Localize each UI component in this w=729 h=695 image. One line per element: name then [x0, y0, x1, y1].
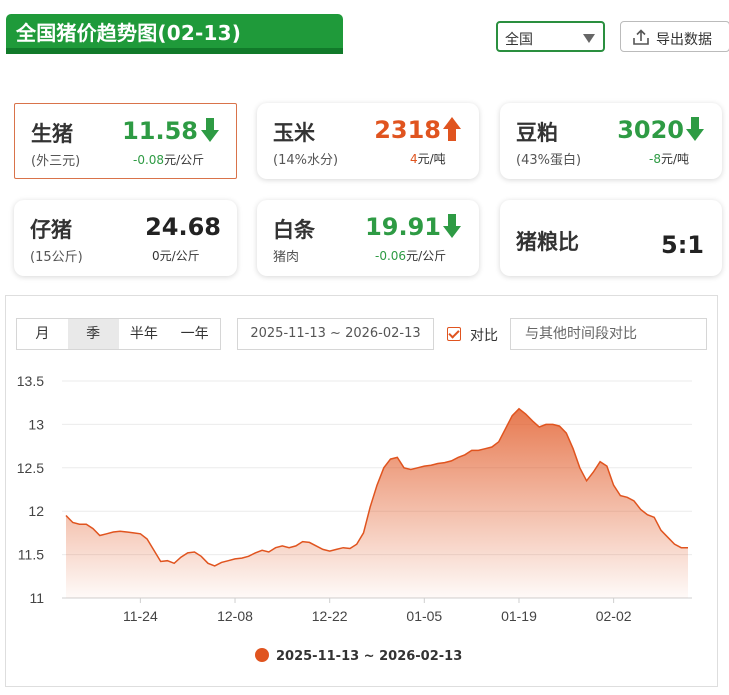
card-name: 生猪 [31, 122, 73, 146]
card-price: 2318 [374, 116, 441, 144]
compare-checkbox[interactable] [447, 327, 461, 341]
title-tab-underline [6, 48, 343, 54]
price-card-pork-carcass[interactable]: 白条 猪肉 19.91 -0.06元/公斤 [257, 200, 479, 276]
price-card-live-hog[interactable]: 生猪 (外三元) 11.58 -0.08元/公斤 [14, 103, 237, 179]
card-name: 白条 [273, 218, 315, 242]
card-change-value: -0.06 [375, 249, 407, 263]
card-change: -0.06元/公斤 [375, 247, 446, 264]
card-change-value: -8 [649, 152, 661, 166]
period-option-month[interactable]: 月 [17, 319, 68, 349]
card-price: 5:1 [661, 231, 704, 259]
upload-icon [631, 28, 651, 50]
card-price: 24.68 [145, 213, 221, 241]
period-option-quarter[interactable]: 季 [67, 319, 119, 349]
card-change-unit: 元/吨 [417, 152, 446, 166]
title-tab: 全国猪价趋势图(02-13) [6, 14, 343, 54]
card-name: 猪粮比 [516, 230, 579, 254]
card-subtitle: (15公斤) [30, 250, 83, 265]
card-subtitle: (14%水分) [273, 153, 339, 168]
card-change-unit: 元/吨 [660, 152, 690, 166]
region-select[interactable]: 全国 [496, 21, 605, 52]
card-name: 仔猪 [30, 218, 72, 242]
arrow-down-icon [686, 116, 704, 146]
arrow-down-icon [443, 213, 461, 243]
card-subtitle: (43%蛋白) [516, 153, 582, 168]
price-card-soymeal[interactable]: 豆粕 (43%蛋白) 3020 -8元/吨 [500, 103, 722, 179]
card-change-unit: 元/公斤 [406, 249, 447, 263]
card-price: 11.58 [122, 117, 198, 145]
price-card-hog-grain-ratio[interactable]: 猪粮比 5:1 [500, 200, 722, 276]
card-change: 4元/吨 [410, 150, 446, 167]
card-name: 玉米 [273, 121, 315, 145]
card-change-unit: 元/公斤 [159, 249, 200, 263]
compare-period-input[interactable]: 与其他时间段对比 [510, 318, 707, 350]
export-data-label: 导出数据 [656, 32, 712, 48]
card-change-value: -0.08 [133, 153, 165, 167]
page-root: 全国猪价趋势图(02-13) 全国 导出数据 生猪 (外三元) 11.58 -0… [0, 0, 729, 695]
card-change: 0元/公斤 [152, 247, 200, 264]
price-card-corn[interactable]: 玉米 (14%水分) 2318 4元/吨 [257, 103, 479, 179]
card-subtitle: (外三元) [31, 154, 81, 169]
card-change-value: 4 [410, 152, 418, 166]
period-option-half-year[interactable]: 半年 [119, 319, 170, 349]
card-change: -8元/吨 [649, 150, 689, 167]
arrow-down-icon [201, 117, 219, 147]
chevron-down-icon [583, 34, 595, 43]
card-name: 豆粕 [516, 121, 558, 145]
card-subtitle: 猪肉 [273, 250, 300, 265]
period-selector: 月 季 半年 一年 [16, 318, 221, 350]
date-range-picker[interactable]: 2025-11-13 ~ 2026-02-13 [237, 318, 434, 350]
price-card-piglet[interactable]: 仔猪 (15公斤) 24.68 0元/公斤 [14, 200, 237, 276]
compare-label: 对比 [470, 328, 498, 344]
export-data-button[interactable]: 导出数据 [620, 21, 729, 52]
arrow-up-icon [443, 116, 461, 146]
card-price: 3020 [617, 116, 684, 144]
card-change-unit: 元/公斤 [164, 153, 205, 167]
period-option-year[interactable]: 一年 [169, 319, 220, 349]
region-select-value: 全国 [505, 32, 533, 48]
card-price: 19.91 [365, 213, 441, 241]
card-change: -0.08元/公斤 [133, 151, 204, 168]
card-change-value: 0 [152, 249, 160, 263]
chart-panel: 月 季 半年 一年 2025-11-13 ~ 2026-02-13 对比 与其他… [5, 295, 718, 687]
page-title: 全国猪价趋势图(02-13) [16, 21, 242, 45]
